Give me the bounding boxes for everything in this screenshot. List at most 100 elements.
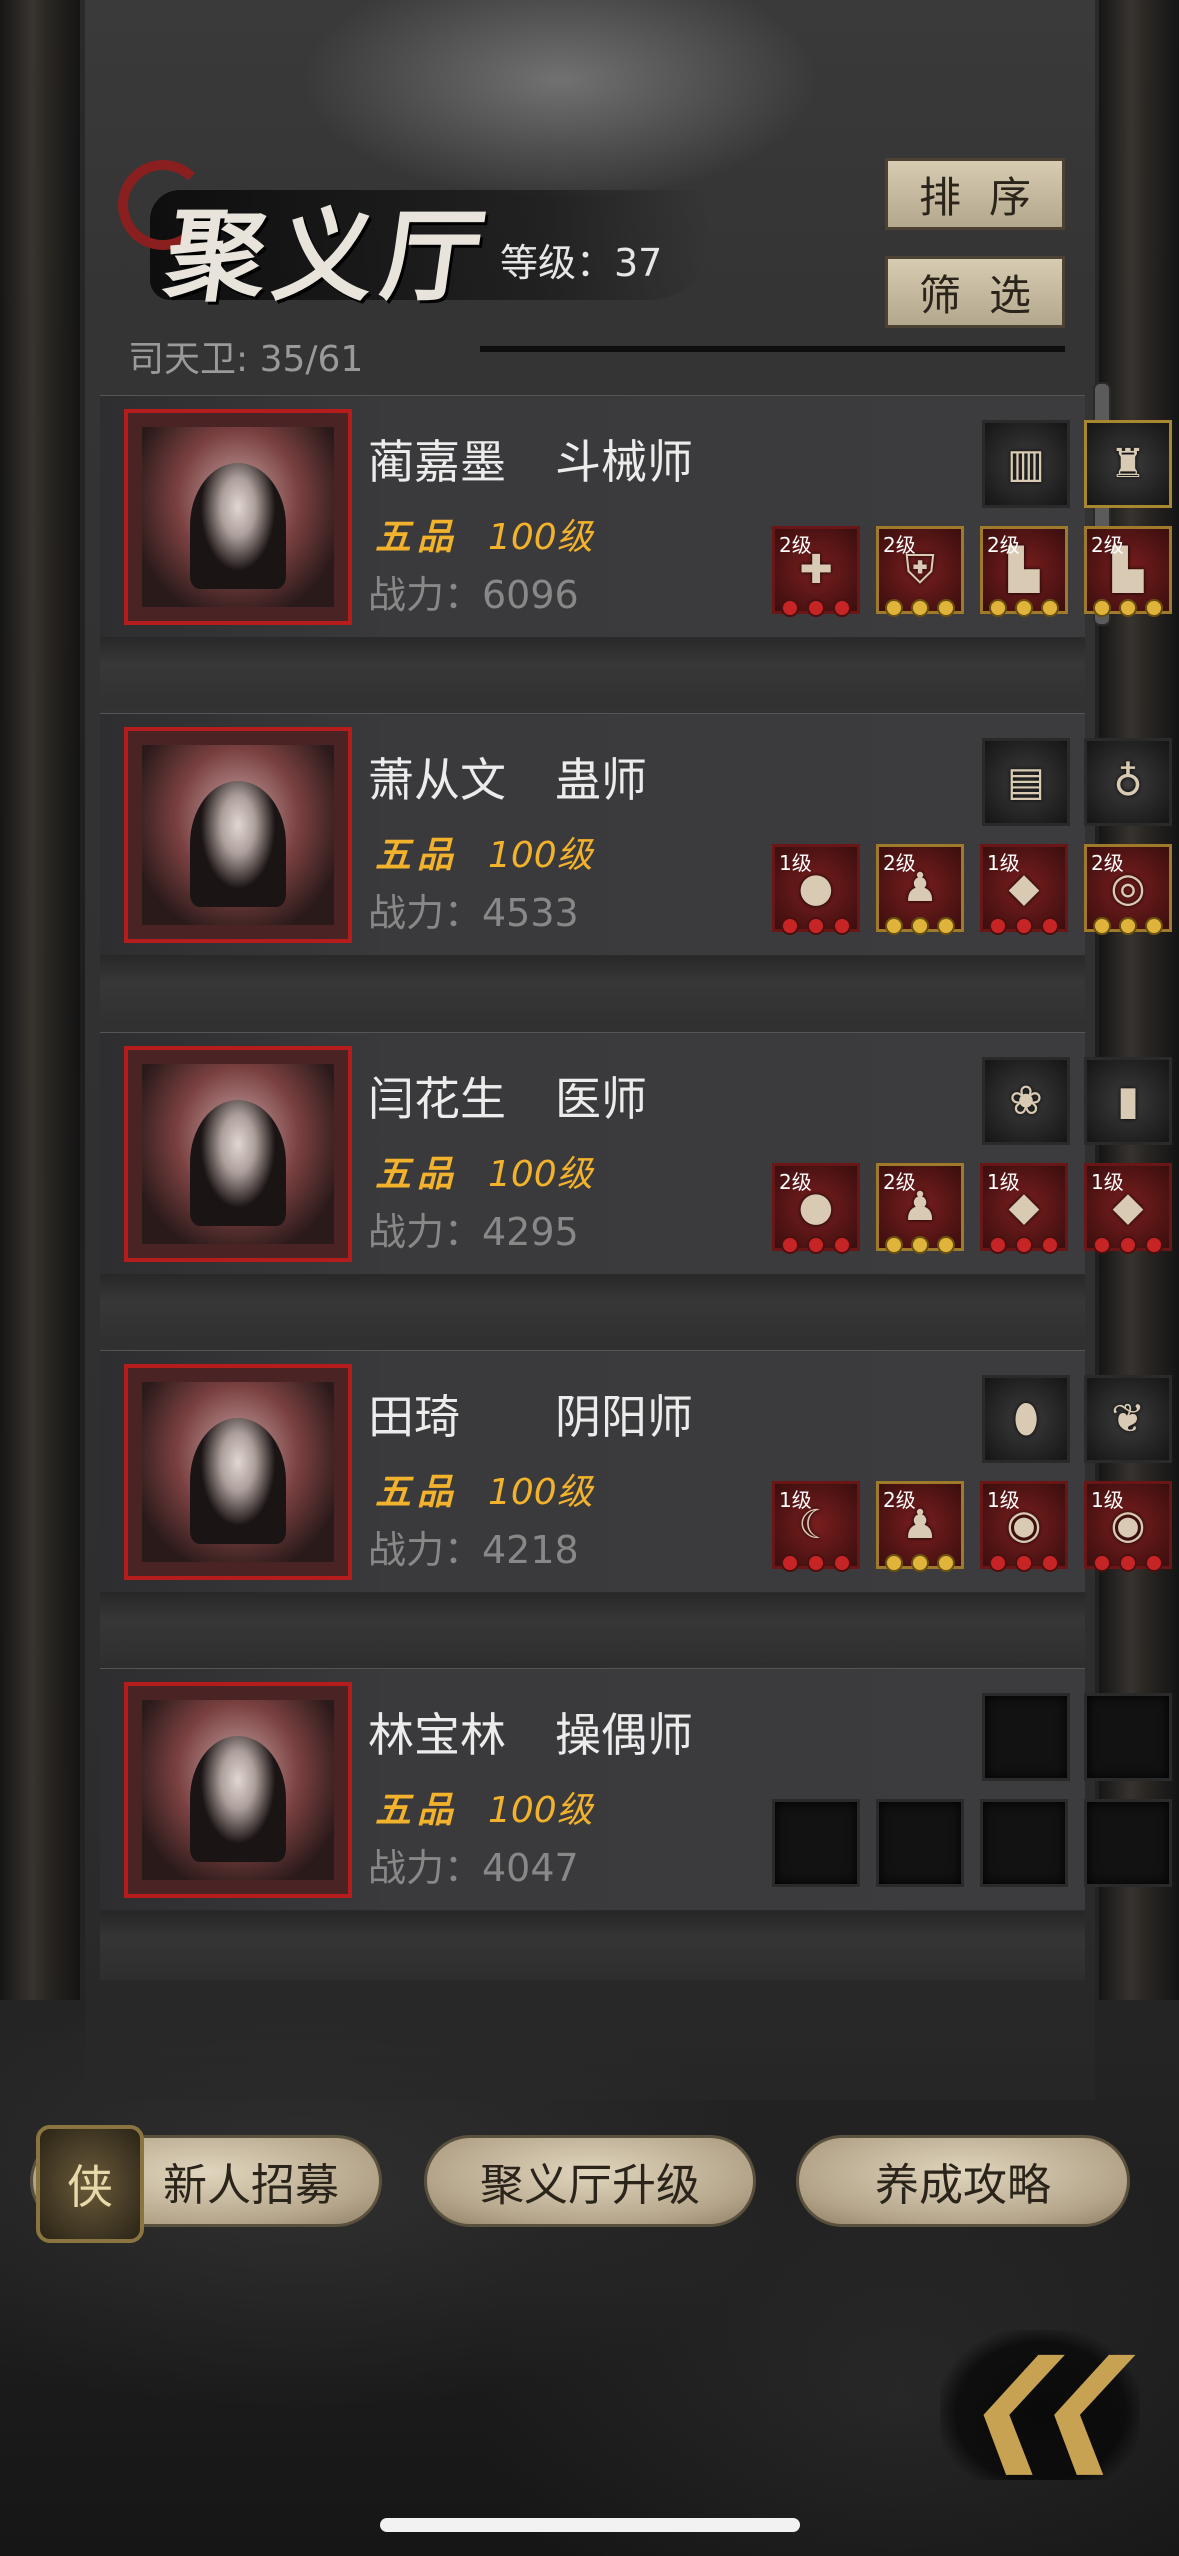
hero-class: 斗械师 <box>555 435 693 489</box>
hero-card[interactable]: 林宝林 操偶师 五品 100级 战力：4047 <box>100 1668 1172 1911</box>
hero-class: 阴阳师 <box>555 1390 693 1444</box>
equipment-slot[interactable]: 2级 ♟ <box>876 1481 964 1572</box>
card-separator <box>100 955 1085 1025</box>
hero-portrait-image <box>142 1064 334 1244</box>
star-dot-icon <box>1041 599 1059 617</box>
hero-card[interactable]: 萧从文 蛊师 五品 100级 战力：4533 ▤ ♁ 1级 ● 2级 ♟ 1级 ◆ 2级 ◎ <box>100 713 1172 956</box>
equipment-slot[interactable]: 2级 ▙ <box>980 526 1068 617</box>
equipment-level: 1级 <box>779 851 812 875</box>
star-dot-icon <box>885 917 903 935</box>
treasure-slot[interactable]: ▥ <box>982 420 1070 508</box>
equipment-level: 1级 <box>1091 1170 1124 1194</box>
hero-power: 战力：6096 <box>368 573 579 617</box>
hero-class: 蛊师 <box>555 753 647 807</box>
equipment-slot[interactable]: 2级 ⛨ <box>876 526 964 617</box>
hero-portrait[interactable] <box>124 1364 352 1580</box>
hero-card[interactable]: 蔺嘉墨 斗械师 五品 100级 战力：6096 ▥ ♜ 2级 ✚ 2级 ⛨ 2级 ▙ 2级 ▙ <box>100 395 1172 638</box>
home-indicator[interactable] <box>380 2518 800 2532</box>
token-icon: ▮ <box>1116 1078 1139 1124</box>
empty-equipment-slot[interactable] <box>1084 1799 1172 1887</box>
equipment-level: 1级 <box>987 851 1020 875</box>
equipment-level: 1级 <box>779 1488 812 1512</box>
equipment-slot[interactable]: 1级 ◆ <box>980 844 1068 935</box>
star-dot-icon <box>1145 917 1163 935</box>
equipment-level: 1级 <box>987 1488 1020 1512</box>
guide-button[interactable]: 养成攻略 <box>796 2135 1130 2227</box>
star-dot-icon <box>1015 1236 1033 1254</box>
filter-button[interactable]: 筛选 <box>885 256 1065 328</box>
star-dot-icon <box>1145 599 1163 617</box>
star-dot-icon <box>989 599 1007 617</box>
star-dot-icon <box>833 599 851 617</box>
equipment-slot[interactable]: 2级 ● <box>772 1163 860 1254</box>
equipment-level: 2级 <box>779 1170 812 1194</box>
card-separator <box>100 1274 1085 1344</box>
hero-rank: 五品 <box>375 1153 460 1195</box>
empty-equipment-slot[interactable] <box>980 1799 1068 1887</box>
star-dot-icon <box>937 1236 955 1254</box>
treasure-slot[interactable]: ❀ <box>982 1057 1070 1145</box>
empty-treasure-slot[interactable] <box>982 1693 1070 1781</box>
hero-portrait-image <box>142 1382 334 1562</box>
hero-portrait[interactable] <box>124 1046 352 1262</box>
star-dots <box>879 599 961 617</box>
treasure-slot[interactable]: ▮ <box>1084 1057 1172 1145</box>
star-dot-icon <box>1093 1236 1111 1254</box>
recruit-emblem-icon[interactable]: 侠 <box>36 2125 144 2243</box>
back-button[interactable]: ❮❮ <box>940 2330 1140 2480</box>
star-dots <box>775 1554 857 1572</box>
star-dot-icon <box>781 1236 799 1254</box>
equipment-slot[interactable]: 2级 ▙ <box>1084 526 1172 617</box>
treasure-slot[interactable]: ❦ <box>1084 1375 1172 1463</box>
star-dot-icon <box>1119 1236 1137 1254</box>
empty-equipment-slot[interactable] <box>876 1799 964 1887</box>
crane-artwork <box>300 0 820 200</box>
star-dot-icon <box>1119 1554 1137 1572</box>
equipment-slot[interactable]: 2级 ✚ <box>772 526 860 617</box>
card-separator <box>100 637 1085 707</box>
feather-icon: ❦ <box>1111 1396 1145 1442</box>
star-dot-icon <box>1093 917 1111 935</box>
empty-treasure-slot[interactable] <box>1084 1693 1172 1781</box>
treasure-slot[interactable]: ♜ <box>1084 420 1172 508</box>
treasure-slot[interactable]: ⬮ <box>982 1375 1070 1463</box>
hero-portrait-image <box>142 1700 334 1880</box>
equipment-slot[interactable]: 2级 ♟ <box>876 1163 964 1254</box>
empty-equipment-slot[interactable] <box>772 1799 860 1887</box>
equipment-slot[interactable]: 2级 ♟ <box>876 844 964 935</box>
star-dot-icon <box>1041 1236 1059 1254</box>
star-dot-icon <box>885 1236 903 1254</box>
equipment-slot[interactable]: 1级 ◆ <box>1084 1163 1172 1254</box>
equipment-slot[interactable]: 1级 ● <box>772 844 860 935</box>
equipment-slot[interactable]: 2级 ◎ <box>1084 844 1172 935</box>
star-dot-icon <box>937 917 955 935</box>
star-dot-icon <box>911 599 929 617</box>
star-dot-icon <box>807 599 825 617</box>
star-dot-icon <box>1015 599 1033 617</box>
hero-level: 100级 <box>488 1154 593 1195</box>
hero-power: 战力：4218 <box>368 1528 579 1572</box>
star-dot-icon <box>781 917 799 935</box>
equipment-slot[interactable]: 1级 ◆ <box>980 1163 1068 1254</box>
hero-card[interactable]: 田琦 阴阳师 五品 100级 战力：4218 ⬮ ❦ 1级 ☾ 2级 ♟ 1级 ◉ 1级 ◉ <box>100 1350 1172 1593</box>
treasure-slot[interactable]: ▤ <box>982 738 1070 826</box>
hero-portrait[interactable] <box>124 727 352 943</box>
equipment-slot[interactable]: 1级 ☾ <box>772 1481 860 1572</box>
star-dots <box>1087 917 1169 935</box>
star-dots <box>983 917 1065 935</box>
equipment-level: 1级 <box>1091 1488 1124 1512</box>
hero-portrait[interactable] <box>124 409 352 625</box>
star-dot-icon <box>1093 1554 1111 1572</box>
star-dot-icon <box>1041 1554 1059 1572</box>
treasure-slot[interactable]: ♁ <box>1084 738 1172 826</box>
equipment-slot[interactable]: 1级 ◉ <box>980 1481 1068 1572</box>
hero-card[interactable]: 闫花生 医师 五品 100级 战力：4295 ❀ ▮ 2级 ● 2级 ♟ 1级 ◆ 1级 ◆ <box>100 1032 1172 1275</box>
hero-portrait[interactable] <box>124 1682 352 1898</box>
sort-button[interactable]: 排序 <box>885 158 1065 230</box>
star-dot-icon <box>807 917 825 935</box>
hall-upgrade-button[interactable]: 聚义厅升级 <box>424 2135 756 2227</box>
chest-icon: ▤ <box>1007 759 1045 805</box>
equipment-slot[interactable]: 1级 ◉ <box>1084 1481 1172 1572</box>
star-dot-icon <box>807 1236 825 1254</box>
star-dots <box>775 1236 857 1254</box>
